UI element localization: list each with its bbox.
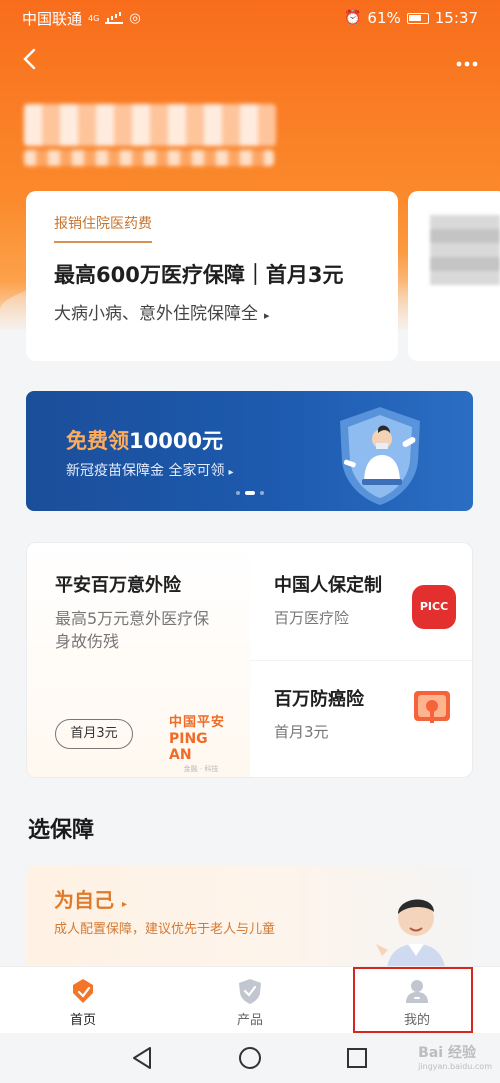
doctor-shield-illustration xyxy=(340,407,420,505)
status-bar: 中国联通 4G ◎ ⏰ 61% 15:37 xyxy=(0,0,500,36)
play-arrow-icon: ▸ xyxy=(264,309,270,322)
banner-subtitle-text: 新冠疫苗保障金 全家可领 xyxy=(66,463,225,479)
self-subtitle: 成人配置保障，建议优先于老人与儿童 xyxy=(54,922,276,937)
system-recents-icon[interactable] xyxy=(344,1045,370,1071)
blurred-image xyxy=(430,215,500,285)
card-title: 最高600万医疗保障｜首月3元 xyxy=(54,263,344,287)
section-title: 选保障 xyxy=(28,818,95,843)
tab-label: 首页 xyxy=(69,1013,96,1028)
watermark: Bai 经验 jingyan.baidu.com xyxy=(418,1042,492,1071)
blurred-subtitle xyxy=(24,150,274,166)
self-title-text: 为自己 xyxy=(54,888,114,912)
pingan-logo-cn: 中国平安 xyxy=(169,715,226,730)
card-subtitle-text: 大病小病、意外住院保障全 xyxy=(54,304,258,324)
play-arrow-icon: ▸ xyxy=(228,467,234,478)
clock: 15:37 xyxy=(434,9,478,27)
card-subtitle: 大病小病、意外住院保障全 ▸ xyxy=(54,299,370,324)
more-icon[interactable] xyxy=(456,48,478,73)
play-arrow-icon: ▸ xyxy=(122,899,128,910)
banner-title-highlight: 免费领 xyxy=(66,429,129,453)
product-desc: 最高5万元意外医疗保身故伤残 xyxy=(55,609,210,651)
tab-home[interactable]: 首页 xyxy=(0,967,166,1034)
card-tag: 报销住院医药费 xyxy=(54,213,152,243)
carousel-indicator xyxy=(236,491,264,495)
product-pingan-accident[interactable]: 平安百万意外险 最高5万元意外医疗保身故伤残 首月3元 中国平安 PING AN… xyxy=(27,543,250,777)
banner-subtitle: 新冠疫苗保障金 全家可领 ▸ xyxy=(66,460,233,480)
product-picc-medical[interactable]: 中国人保定制 百万医疗险 PICC xyxy=(250,543,472,661)
banner-title-amount: 10000元 xyxy=(129,429,224,453)
pingan-logo-tag: 金融 · 科技 xyxy=(183,765,219,773)
top-nav xyxy=(0,42,500,78)
battery-icon xyxy=(406,12,429,24)
product-title: 平安百万意外险 xyxy=(55,575,181,596)
system-home-icon[interactable] xyxy=(237,1045,263,1071)
person-illustration xyxy=(376,899,446,976)
shield-check-icon xyxy=(239,979,261,1004)
battery-percent: 61% xyxy=(367,9,401,27)
pingan-logo: 中国平安 PING AN 金融 · 科技 xyxy=(169,711,233,774)
product-grid: 平安百万意外险 最高5万元意外医疗保身故伤残 首月3元 中国平安 PING AN… xyxy=(26,542,473,778)
network-label: 4G xyxy=(88,13,100,23)
home-diamond-icon xyxy=(73,979,93,1003)
picc-logo-icon: PICC xyxy=(412,585,456,629)
tab-label: 产品 xyxy=(236,1013,263,1028)
alarm-icon: ⏰ xyxy=(343,10,362,26)
watermark-text: Bai 经验 xyxy=(418,1045,476,1061)
tab-mine-highlight-box xyxy=(353,967,473,1033)
next-card-peek[interactable] xyxy=(408,191,500,361)
watermark-sub: jingyan.baidu.com xyxy=(418,1062,492,1071)
vaccine-banner[interactable]: 免费领10000元 新冠疫苗保障金 全家可领 ▸ xyxy=(26,391,473,511)
signal-icon xyxy=(105,13,124,24)
banner-title: 免费领10000元 xyxy=(66,425,223,455)
pingan-logo-en: PING AN xyxy=(169,731,208,763)
tab-products[interactable]: 产品 xyxy=(167,967,333,1034)
blurred-title xyxy=(24,104,276,146)
carrier-label: 中国联通 xyxy=(22,9,83,28)
cancer-shield-icon xyxy=(414,691,450,723)
back-arrow-icon[interactable] xyxy=(22,48,44,70)
product-cancer-insurance[interactable]: 百万防癌险 首月3元 xyxy=(250,661,472,777)
self-title: 为自己 ▸ xyxy=(54,884,127,913)
price-pill: 首月3元 xyxy=(55,719,133,749)
system-back-icon[interactable] xyxy=(130,1045,156,1071)
for-self-card[interactable]: 为自己 ▸ 成人配置保障，建议优先于老人与儿童 xyxy=(26,866,473,976)
medical-insurance-card[interactable]: 报销住院医药费 最高600万医疗保障｜首月3元 大病小病、意外住院保障全 ▸ xyxy=(26,191,398,361)
wifi-icon: ◎ xyxy=(129,10,141,26)
